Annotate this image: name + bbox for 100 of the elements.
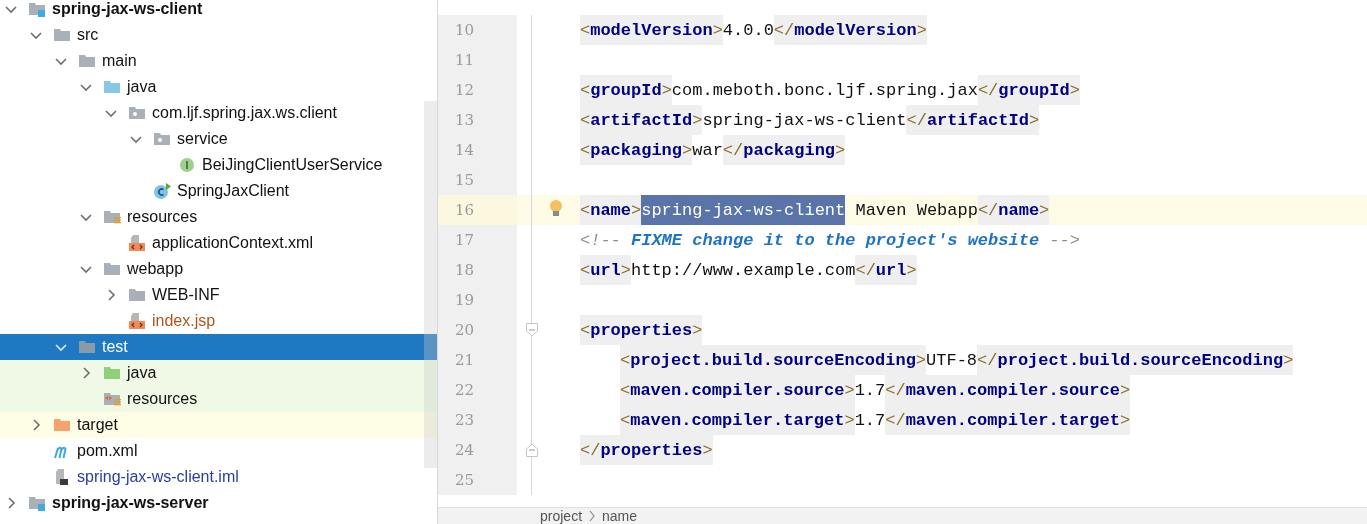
- xml-tag: <properties>: [580, 315, 703, 345]
- tag-value: http://www.example.com: [631, 259, 856, 282]
- tree-item[interactable]: java: [0, 74, 437, 100]
- line-number: 11: [453, 51, 474, 69]
- interface-icon: [178, 157, 196, 173]
- tag-value: com.meboth.bonc.ljf.spring.jax: [671, 79, 978, 102]
- tree-item-label: SpringJaxClient: [177, 182, 290, 200]
- line-number: 14: [453, 141, 474, 159]
- line-number: 22: [453, 381, 474, 399]
- line-number: 20: [453, 321, 474, 339]
- tree-item-label: resources: [127, 208, 198, 226]
- tag-value: 4.0.0: [722, 19, 774, 42]
- tree-item[interactable]: com.ljf.spring.jax.ws.client: [0, 100, 437, 126]
- breadcrumb[interactable]: project: [540, 508, 583, 524]
- comment-delimiter: -->: [1048, 229, 1080, 252]
- xml-tag: </name>: [977, 195, 1050, 225]
- folder-icon: [103, 79, 121, 95]
- tree-item[interactable]: BeiJingClientUserService: [0, 152, 437, 178]
- tree-item[interactable]: spring-jax-ws-server: [0, 490, 437, 516]
- package-folder-icon: [128, 105, 146, 121]
- folder-icon: [103, 365, 121, 381]
- tree-item-label: applicationContext.xml: [152, 234, 313, 252]
- code-comment: FIXME change it to the project's website: [631, 229, 1040, 252]
- tree-item-label: test: [102, 338, 128, 356]
- tag-value: spring-jax-ws-client: [702, 109, 907, 132]
- tree-item[interactable]: java: [0, 360, 437, 386]
- tree-item-label: com.ljf.spring.jax.ws.client: [152, 104, 337, 122]
- xml-tag: </project.build.sourceEncoding>: [977, 345, 1294, 375]
- module-folder-icon: [28, 495, 46, 511]
- tree-item[interactable]: resources: [0, 204, 437, 230]
- xml-tag: <project.build.sourceEncoding>: [620, 345, 927, 375]
- line-number: 19: [453, 291, 474, 309]
- tree-item-label: webapp: [127, 260, 184, 278]
- tree-item-label: BeiJingClientUserService: [202, 156, 383, 174]
- tag-value: 1.7: [854, 409, 886, 432]
- tag-value: 1.7: [854, 379, 886, 402]
- tree-item-label: spring-jax-ws-client.iml: [77, 468, 239, 486]
- tree-item[interactable]: service: [0, 126, 437, 152]
- line-number: 10: [453, 21, 474, 39]
- folder-icon: [53, 27, 71, 43]
- tag-value: war: [692, 139, 723, 162]
- xml-tag: </artifactId>: [906, 105, 1040, 135]
- tree-item-label: main: [102, 52, 137, 70]
- line-number: 21: [453, 351, 474, 369]
- tree-item-label: pom.xml: [77, 442, 138, 460]
- tree-item[interactable]: src: [0, 22, 437, 48]
- resources-folder-icon: [103, 391, 121, 407]
- xml-tag: <groupId>: [580, 75, 672, 105]
- line-number: 16: [453, 201, 474, 219]
- xml-tag: </modelVersion>: [773, 15, 927, 45]
- tree-item[interactable]: target: [0, 412, 437, 438]
- line-number: 12: [453, 81, 474, 99]
- line-number: 18: [453, 261, 474, 279]
- tree-item[interactable]: resources: [0, 386, 437, 412]
- xml-tag: <maven.compiler.target>: [620, 405, 855, 435]
- tree-item-label: src: [77, 26, 99, 44]
- xml-tag: <artifactId>: [580, 105, 703, 135]
- breadcrumb[interactable]: name: [602, 508, 638, 524]
- module-folder-icon: [28, 1, 46, 17]
- tree-item-label: index.jsp: [152, 312, 216, 330]
- tree-item[interactable]: WEB-INF: [0, 282, 437, 308]
- folder-icon: [128, 287, 146, 303]
- resources-folder-icon: [103, 209, 121, 225]
- line-number: 15: [453, 171, 474, 189]
- tree-item-label: java: [127, 364, 157, 382]
- tree-item[interactable]: webapp: [0, 256, 437, 282]
- line-number: 25: [453, 471, 474, 489]
- tree-item[interactable]: test: [0, 334, 437, 360]
- tree-item[interactable]: index.jsp: [0, 308, 437, 334]
- tree-item-label: java: [127, 78, 157, 96]
- tree-item[interactable]: spring-jax-ws-client.iml: [0, 464, 437, 490]
- tree-item[interactable]: main: [0, 48, 437, 74]
- scrollbar[interactable]: [424, 101, 437, 468]
- tree-item[interactable]: spring-jax-ws-client: [0, 0, 437, 22]
- xml-tag: <modelVersion>: [580, 15, 723, 45]
- xml-tag: <name>: [580, 195, 642, 225]
- xml-tag: </maven.compiler.source>: [885, 375, 1131, 405]
- line-number: 24: [453, 441, 474, 459]
- xml-file-icon: [128, 235, 146, 251]
- package-folder-icon: [153, 131, 171, 147]
- tag-value: Maven Webapp: [854, 199, 978, 222]
- folder-icon: [78, 53, 96, 69]
- class-icon: [153, 183, 171, 199]
- tree-item-label: resources: [127, 390, 198, 408]
- tree-item[interactable]: pom.xml: [0, 438, 437, 464]
- xml-tag: </packaging>: [722, 135, 846, 165]
- tree-item-label: spring-jax-ws-client: [52, 0, 203, 18]
- tree-item[interactable]: SpringJaxClient: [0, 178, 437, 204]
- xml-tag: </groupId>: [977, 75, 1080, 105]
- line-number: 23: [453, 411, 474, 429]
- tag-value: UTF-8: [926, 349, 978, 372]
- fold-start-icon[interactable]: [526, 323, 538, 337]
- tree-item-label: target: [77, 416, 118, 434]
- tree-item-label: service: [177, 130, 228, 148]
- xml-tag: <url>: [580, 255, 631, 285]
- chevron-right-icon: [588, 510, 597, 522]
- lightbulb-icon[interactable]: [549, 199, 563, 219]
- tree-item[interactable]: applicationContext.xml: [0, 230, 437, 256]
- folder-icon: [103, 261, 121, 277]
- xml-tag: </properties>: [580, 435, 713, 465]
